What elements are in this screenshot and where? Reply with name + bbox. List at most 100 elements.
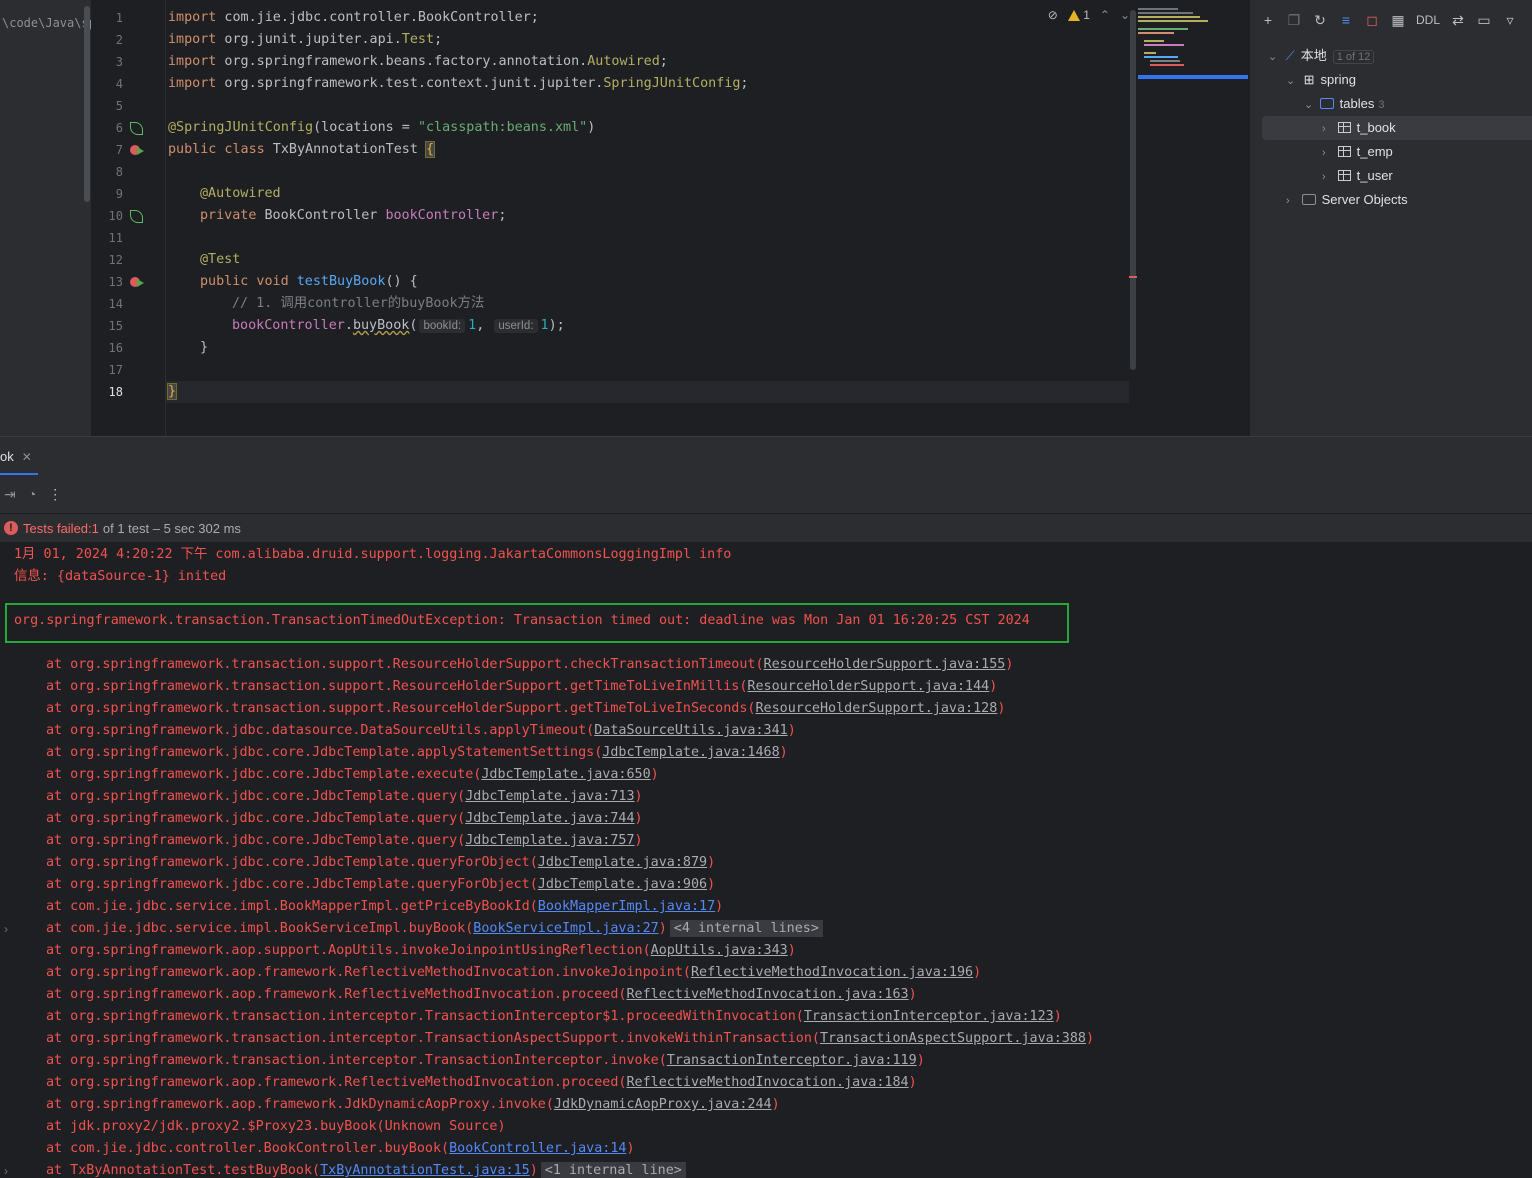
code-line[interactable]: // 1. 调用controller的buyBook方法 <box>232 293 484 315</box>
previous-highlight-icon[interactable]: ⌃ <box>1100 8 1110 22</box>
tree-server-objects[interactable]: › Server Objects <box>1250 188 1532 212</box>
run-test-icon[interactable] <box>137 279 144 287</box>
line-number[interactable]: 6 <box>93 117 123 139</box>
tree-table-t_book[interactable]: › t_book <box>1262 116 1532 140</box>
console-output[interactable]: 1月 01, 2024 4:20:22 下午 com.alibaba.druid… <box>0 543 1532 1178</box>
refresh-icon[interactable]: ↻ <box>1312 12 1328 28</box>
line-number[interactable]: 7 <box>93 139 123 161</box>
code-line[interactable]: import org.junit.jupiter.api.Test; <box>168 29 442 51</box>
line-number[interactable]: 13 <box>93 271 123 293</box>
source-link[interactable]: ReflectiveMethodInvocation.java:163 <box>626 987 908 1002</box>
line-number[interactable]: 1 <box>93 7 123 29</box>
source-link[interactable]: TransactionAspectSupport.java:388 <box>820 1031 1086 1046</box>
internal-lines-fold[interactable]: <4 internal lines> <box>669 920 823 937</box>
tree-schema-spring[interactable]: ⌄ ⊞ spring <box>1250 68 1532 92</box>
reader-mode-icon[interactable]: ⊘ <box>1048 8 1058 22</box>
code-minimap[interactable] <box>1138 0 1248 436</box>
tree-table-t_emp[interactable]: › t_emp <box>1250 140 1532 164</box>
chevron-right-icon[interactable]: › <box>1322 141 1334 165</box>
code-line[interactable]: @SpringJUnitConfig(locations = "classpat… <box>168 117 595 139</box>
code-line[interactable]: } <box>200 337 208 359</box>
line-number[interactable]: 3 <box>93 51 123 73</box>
line-number[interactable]: 17 <box>93 359 123 381</box>
minimap-viewport[interactable] <box>1138 75 1248 79</box>
source-link[interactable]: JdbcTemplate.java:906 <box>538 877 707 892</box>
ddl-button[interactable]: DDL <box>1416 13 1440 27</box>
code-line[interactable]: import com.jie.jdbc.controller.BookContr… <box>168 7 539 29</box>
chevron-right-icon[interactable]: › <box>1286 189 1298 213</box>
source-link[interactable]: JdbcTemplate.java:744 <box>465 811 634 826</box>
chevron-down-icon[interactable]: ⌄ <box>1268 45 1280 69</box>
disconnect-icon[interactable]: ◻ <box>1364 12 1380 28</box>
line-number[interactable]: 10 <box>93 205 123 227</box>
source-link[interactable]: BookMapperImpl.java:17 <box>538 899 715 914</box>
tree-datasource-root[interactable]: ⌄ ⟋ 本地 1 of 12 <box>1250 44 1532 68</box>
internal-lines-fold[interactable]: <1 internal line> <box>540 1162 686 1178</box>
source-link[interactable]: BookServiceImpl.java:27 <box>473 921 658 936</box>
source-link[interactable]: TxByAnnotationTest.java:15 <box>320 1163 530 1178</box>
line-number[interactable]: 5 <box>93 95 123 117</box>
code-line[interactable]: @Autowired <box>200 183 281 205</box>
source-link[interactable]: ReflectiveMethodInvocation.java:184 <box>626 1075 908 1090</box>
test-history-icon[interactable]: ◔ <box>28 486 36 502</box>
code-line[interactable]: public class TxByAnnotationTest { <box>168 139 436 161</box>
line-number[interactable]: 12 <box>93 249 123 271</box>
run-tab[interactable]: ok ✕ <box>0 437 38 475</box>
source-link[interactable]: JdkDynamicAopProxy.java:244 <box>554 1097 772 1112</box>
schema-count-badge[interactable]: 1 of 12 <box>1332 50 1375 64</box>
chevron-right-icon[interactable]: › <box>4 922 8 936</box>
chevron-down-icon[interactable]: ⌄ <box>1286 69 1298 93</box>
console-icon[interactable]: ▭ <box>1476 12 1492 28</box>
code-line[interactable]: @Test <box>200 249 240 271</box>
source-link[interactable]: ResourceHolderSupport.java:155 <box>764 657 1006 672</box>
jump-to-query-console-icon[interactable]: ⇄ <box>1450 12 1466 28</box>
source-link[interactable]: AopUtils.java:343 <box>651 943 788 958</box>
run-test-icon[interactable] <box>137 147 144 155</box>
data-source-properties-icon[interactable]: ≡ <box>1338 12 1354 28</box>
more-options-icon[interactable]: ⋮ <box>48 486 62 503</box>
source-link[interactable]: DataSourceUtils.java:341 <box>594 723 787 738</box>
project-path[interactable]: \code\Java\sp <box>2 16 91 30</box>
line-number[interactable]: 14 <box>93 293 123 315</box>
chevron-right-icon[interactable]: › <box>1322 117 1334 141</box>
copy-icon[interactable]: ❐ <box>1286 12 1302 28</box>
code-line[interactable]: import org.springframework.test.context.… <box>168 73 748 95</box>
chevron-down-icon[interactable]: ⌄ <box>1304 93 1316 117</box>
code-editor[interactable]: 1 2 3 4 5 6 7 8 9 10 11 12 13 14 15 16 17 18 import com.j… <box>93 0 1248 436</box>
close-icon[interactable]: ✕ <box>22 450 32 464</box>
line-number[interactable]: 18 <box>93 381 123 403</box>
line-number[interactable]: 16 <box>93 337 123 359</box>
source-link[interactable]: TransactionInterceptor.java:123 <box>804 1009 1054 1024</box>
code-line[interactable]: import org.springframework.beans.factory… <box>168 51 668 73</box>
source-link[interactable]: JdbcTemplate.java:757 <box>465 833 634 848</box>
line-number[interactable]: 15 <box>93 315 123 337</box>
autowired-bean-icon[interactable] <box>130 210 143 223</box>
tree-table-t_user[interactable]: › t_user <box>1250 164 1532 188</box>
source-link[interactable]: BookController.java:14 <box>449 1141 626 1156</box>
scrollbar-thumb[interactable] <box>1130 10 1136 370</box>
line-number[interactable]: 8 <box>93 161 123 183</box>
tree-folder-tables[interactable]: ⌄ tables 3 <box>1250 92 1532 116</box>
warnings-indicator[interactable]: 1 <box>1067 8 1090 22</box>
project-scrollbar[interactable] <box>84 6 90 202</box>
source-link[interactable]: JdbcTemplate.java:1468 <box>602 745 779 760</box>
source-link[interactable]: ResourceHolderSupport.java:144 <box>747 679 989 694</box>
line-number[interactable]: 11 <box>93 227 123 249</box>
code-line[interactable]: private BookController bookController; <box>200 205 506 227</box>
source-link[interactable]: JdbcTemplate.java:713 <box>465 789 634 804</box>
code-line[interactable]: bookController.buyBook(bookId: 1, userId:… <box>232 315 565 337</box>
import-tests-icon[interactable]: ⇥ <box>4 486 16 503</box>
add-icon[interactable]: + <box>1260 12 1276 28</box>
error-stripe-mark[interactable] <box>1129 276 1137 278</box>
source-link[interactable]: TransactionInterceptor.java:119 <box>667 1053 917 1068</box>
source-link[interactable]: ReflectiveMethodInvocation.java:196 <box>691 965 973 980</box>
line-number[interactable]: 4 <box>93 73 123 95</box>
chevron-right-icon[interactable]: › <box>1322 165 1334 189</box>
editor-scrollbar[interactable] <box>1129 0 1137 436</box>
line-number[interactable]: 2 <box>93 29 123 51</box>
filter-icon[interactable]: ▿ <box>1502 12 1518 28</box>
line-number[interactable]: 9 <box>93 183 123 205</box>
source-link[interactable]: JdbcTemplate.java:879 <box>538 855 707 870</box>
source-link[interactable]: ResourceHolderSupport.java:128 <box>755 701 997 716</box>
source-link[interactable]: JdbcTemplate.java:650 <box>481 767 650 782</box>
